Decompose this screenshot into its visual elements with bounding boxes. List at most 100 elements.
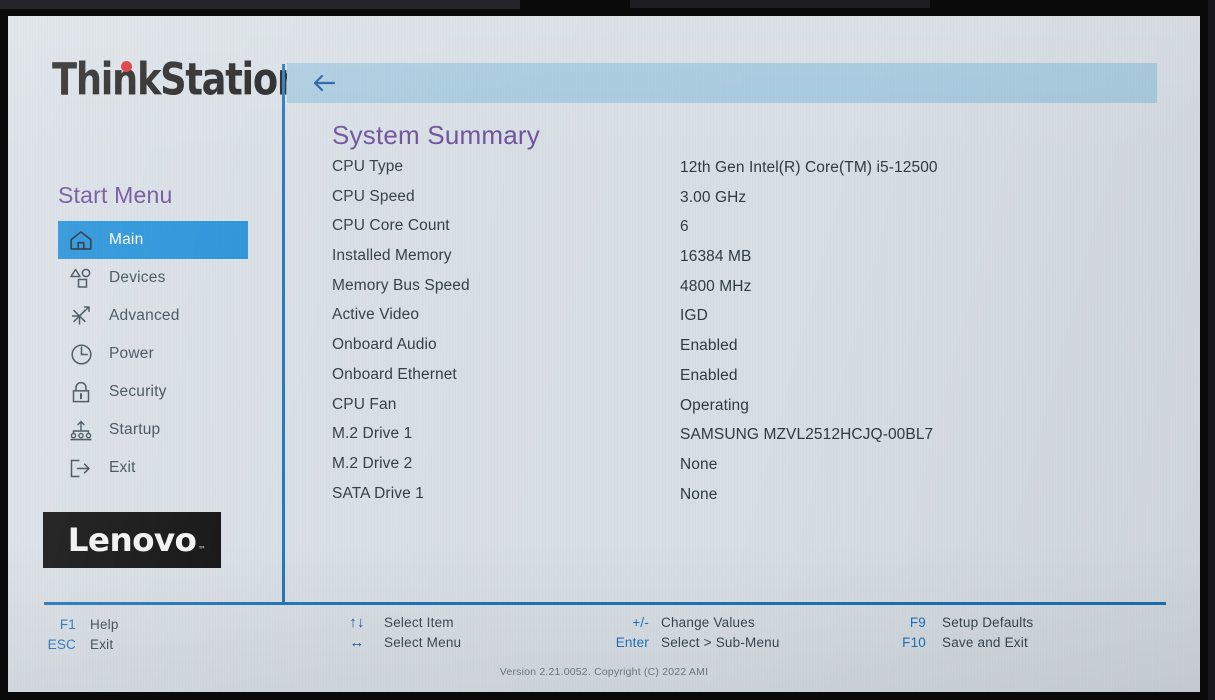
key-hint-key: F1 xyxy=(59,616,76,632)
summary-row-value: 3.00 GHz xyxy=(680,188,747,206)
summary-row[interactable]: M.2 Drive 2 None xyxy=(332,455,1162,485)
key-hint-label: Save and Exit xyxy=(942,634,1028,650)
hint-group-select: ↑↓ Select Item ↔ Select Menu xyxy=(344,612,461,652)
summary-row[interactable]: Installed Memory 16384 MB xyxy=(332,247,1162,277)
key-hint: +/- Change Values xyxy=(605,612,780,632)
summary-row-value: IGD xyxy=(680,307,708,325)
key-hint-key: F10 xyxy=(902,634,926,650)
key-hint-label: Exit xyxy=(90,636,114,652)
key-hint-label: Select Item xyxy=(384,614,454,630)
summary-row-value: None xyxy=(680,485,718,503)
devices-icon xyxy=(64,265,98,291)
summary-row-label: Onboard Audio xyxy=(332,336,437,354)
lenovo-logo: Lenovo ™ xyxy=(43,512,221,568)
exit-arrow-icon xyxy=(64,455,98,481)
footer-key-hints: F1 Help ESC Exit ↑↓ Select Item ↔ Select Menu … xyxy=(8,610,1200,668)
key-hint: F9 Setup Defaults xyxy=(896,612,1033,632)
sidebar: ThinkStation Start Menu Main Devices Adv… xyxy=(8,16,303,594)
key-hint-label: Setup Defaults xyxy=(942,614,1034,630)
bios-screen: ThinkStation Start Menu Main Devices Adv… xyxy=(8,16,1200,692)
summary-row-value: None xyxy=(680,455,718,473)
bios-version-text: Version 2.21.0052. Copyright (C) 2022 AM… xyxy=(499,666,709,678)
summary-row-label: M.2 Drive 1 xyxy=(332,425,413,443)
key-hint: Enter Select > Sub-Menu xyxy=(605,632,780,652)
sidebar-item-label: Devices xyxy=(109,269,166,286)
summary-row[interactable]: CPU Fan Operating xyxy=(332,396,1162,426)
sidebar-item-label: Security xyxy=(109,383,167,400)
advanced-icon xyxy=(64,303,98,329)
summary-row-value: 6 xyxy=(680,218,689,236)
home-icon xyxy=(64,227,98,253)
summary-row-value: 16384 MB xyxy=(680,248,752,266)
summary-row-value: Operating xyxy=(680,396,749,414)
key-hint-key: ↔ xyxy=(349,633,365,651)
sidebar-item-startup[interactable]: Startup xyxy=(58,411,248,449)
key-hint-label: Select > Sub-Menu xyxy=(661,634,780,650)
summary-row[interactable]: Onboard Ethernet Enabled xyxy=(332,366,1162,396)
sidebar-item-advanced[interactable]: Advanced xyxy=(58,297,248,335)
summary-row-label: CPU Core Count xyxy=(332,217,450,235)
summary-row[interactable]: M.2 Drive 1 SAMSUNG MZVL2512HCJQ-00BL7 xyxy=(332,425,1162,455)
summary-row-label: SATA Drive 1 xyxy=(332,484,424,502)
sidebar-item-label: Startup xyxy=(109,421,161,438)
summary-row-value: SAMSUNG MZVL2512HCJQ-00BL7 xyxy=(680,426,934,444)
sidebar-item-security[interactable]: Security xyxy=(58,373,248,411)
key-hint-key: ESC xyxy=(47,636,76,652)
summary-row-label: Active Video xyxy=(332,306,420,324)
sidebar-item-main[interactable]: Main xyxy=(58,221,248,259)
sidebar-heading: Start Menu xyxy=(58,182,173,208)
key-hint-key: F9 xyxy=(909,614,926,630)
bezel-highlight-left xyxy=(0,0,520,9)
lenovo-trademark-symbol: ™ xyxy=(198,545,206,554)
vertical-divider xyxy=(282,64,285,602)
thinkstation-logo: ThinkStation xyxy=(52,54,303,106)
thinkstation-logo-red-dot xyxy=(121,61,132,72)
summary-row[interactable]: SATA Drive 1 None xyxy=(332,485,1162,515)
summary-row-label: Onboard Ethernet xyxy=(332,365,457,383)
sidebar-menu: Main Devices Advanced Power Security Sta… xyxy=(58,221,248,487)
power-clock-icon xyxy=(64,341,98,367)
bezel-highlight-right xyxy=(630,0,930,8)
key-hint-label: Help xyxy=(90,616,119,632)
horizontal-divider xyxy=(44,602,1166,605)
hint-group-help-exit: F1 Help ESC Exit xyxy=(44,614,119,654)
key-hint-key: ↑↓ xyxy=(349,613,365,631)
summary-row[interactable]: CPU Type 12th Gen Intel(R) Core(TM) i5-12… xyxy=(332,158,1162,188)
summary-row-label: Installed Memory xyxy=(332,247,452,265)
key-hint-label: Select Menu xyxy=(384,634,462,650)
content-header-bar xyxy=(287,63,1157,103)
summary-row[interactable]: CPU Speed 3.00 GHz xyxy=(332,188,1162,218)
hint-group-values: +/- Change Values Enter Select > Sub-Menu xyxy=(605,612,780,652)
summary-row-value: Enabled xyxy=(680,337,738,355)
summary-row[interactable]: Active Video IGD xyxy=(332,306,1162,336)
hint-group-defaults-save: F9 Setup Defaults F10 Save and Exit xyxy=(896,612,1033,652)
key-hint: F1 Help xyxy=(44,614,119,634)
sidebar-item-label: Power xyxy=(109,345,154,362)
summary-row-label: Memory Bus Speed xyxy=(332,276,470,294)
key-hint: ↔ Select Menu xyxy=(344,632,461,652)
sidebar-item-power[interactable]: Power xyxy=(58,335,248,373)
sidebar-item-devices[interactable]: Devices xyxy=(58,259,248,297)
summary-row[interactable]: CPU Core Count 6 xyxy=(332,217,1162,247)
key-hint: ESC Exit xyxy=(44,634,119,654)
key-hint-key: +/- xyxy=(632,614,649,630)
sidebar-item-exit[interactable]: Exit xyxy=(58,449,248,487)
monitor-bezel: ThinkStation Start Menu Main Devices Adv… xyxy=(0,0,1215,700)
key-hint-label: Change Values xyxy=(661,614,755,630)
startup-network-icon xyxy=(64,417,98,443)
back-arrow-icon[interactable] xyxy=(311,71,337,95)
summary-row-value: Enabled xyxy=(680,366,738,384)
lenovo-logo-text: Lenovo xyxy=(67,521,197,559)
summary-row[interactable]: Memory Bus Speed 4800 MHz xyxy=(332,277,1162,307)
summary-row-label: CPU Speed xyxy=(332,187,415,205)
sidebar-item-label: Advanced xyxy=(109,307,180,324)
system-summary-table: CPU Type 12th Gen Intel(R) Core(TM) i5-12… xyxy=(332,158,1162,514)
key-hint-key: Enter xyxy=(615,634,649,650)
summary-row-label: M.2 Drive 2 xyxy=(332,454,413,472)
key-hint: ↑↓ Select Item xyxy=(344,612,461,632)
bezel-right-edge xyxy=(1208,0,1215,700)
key-hint: F10 Save and Exit xyxy=(896,632,1033,652)
summary-row[interactable]: Onboard Audio Enabled xyxy=(332,336,1162,366)
summary-row-value: 12th Gen Intel(R) Core(TM) i5-12500 xyxy=(680,159,938,176)
page-title: System Summary xyxy=(332,120,540,150)
